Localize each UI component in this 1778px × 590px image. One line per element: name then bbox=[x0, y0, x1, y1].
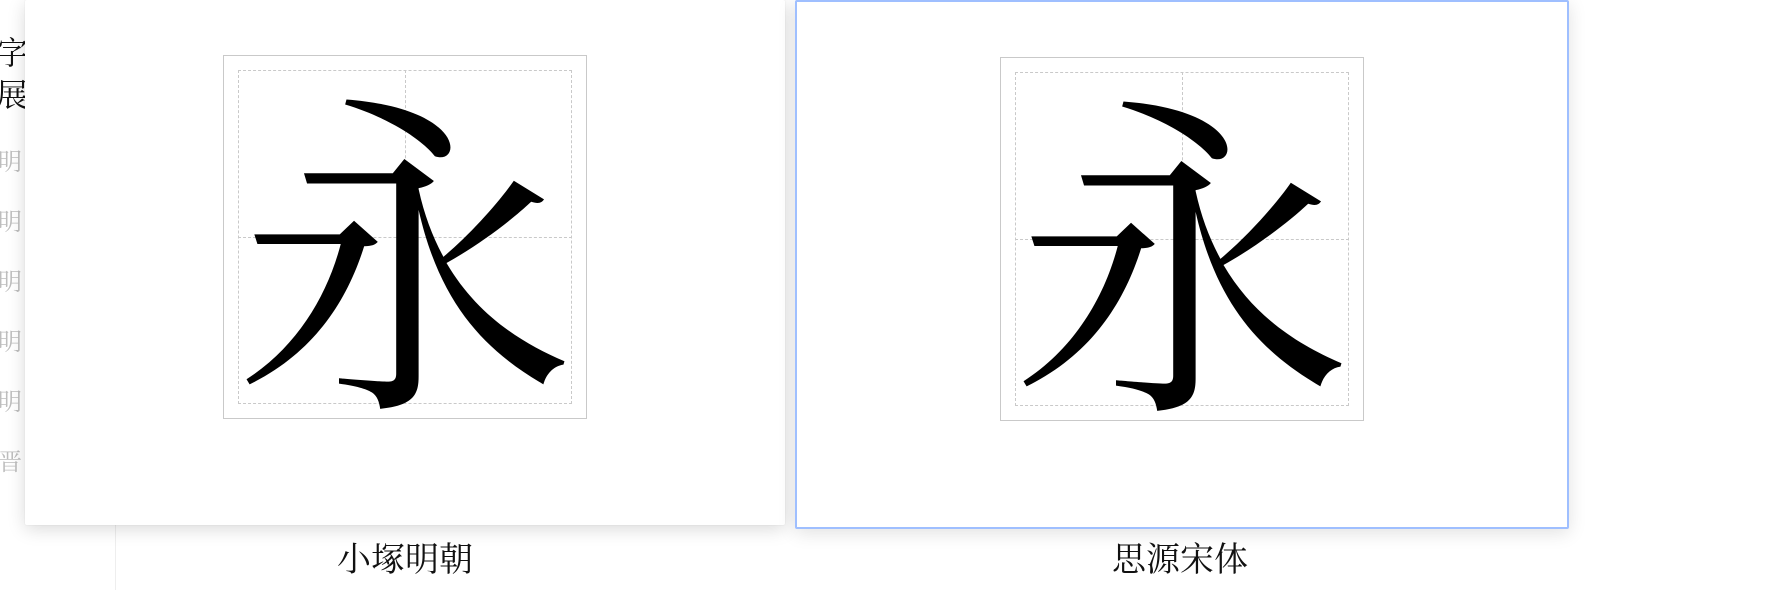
glyph-box-left: 永 bbox=[223, 55, 587, 419]
sidebar-list-item: 明 bbox=[0, 190, 22, 250]
glyph-character-left: 永 bbox=[224, 56, 586, 418]
sidebar-frag-char-2: 展 bbox=[0, 72, 28, 114]
glyph-character-right: 永 bbox=[1001, 58, 1363, 420]
glyph-card-left[interactable]: 永 bbox=[25, 0, 785, 525]
glyph-caption-left: 小塚明朝 bbox=[25, 532, 785, 590]
caption-text-left: 小塚明朝 bbox=[337, 532, 473, 581]
sidebar-list-item: 明 bbox=[0, 310, 22, 370]
glyph-box-right: 永 bbox=[1000, 57, 1364, 421]
sidebar-list-item: 明 bbox=[0, 130, 22, 190]
sidebar-list-item: 明 bbox=[0, 370, 22, 430]
caption-text-right: 思源宋体 bbox=[1112, 532, 1248, 581]
sidebar-list-fragment: 明 明 明 明 明 晋 bbox=[0, 130, 22, 490]
sidebar-list-item: 晋 bbox=[0, 430, 22, 490]
glyph-caption-right: 思源宋体 bbox=[795, 532, 1565, 590]
sidebar-heading-fragment: 字 展 bbox=[0, 30, 28, 114]
sidebar-list-item: 明 bbox=[0, 250, 22, 310]
sidebar-frag-char-1: 字 bbox=[0, 30, 28, 72]
glyph-card-right[interactable]: 永 bbox=[795, 0, 1569, 529]
